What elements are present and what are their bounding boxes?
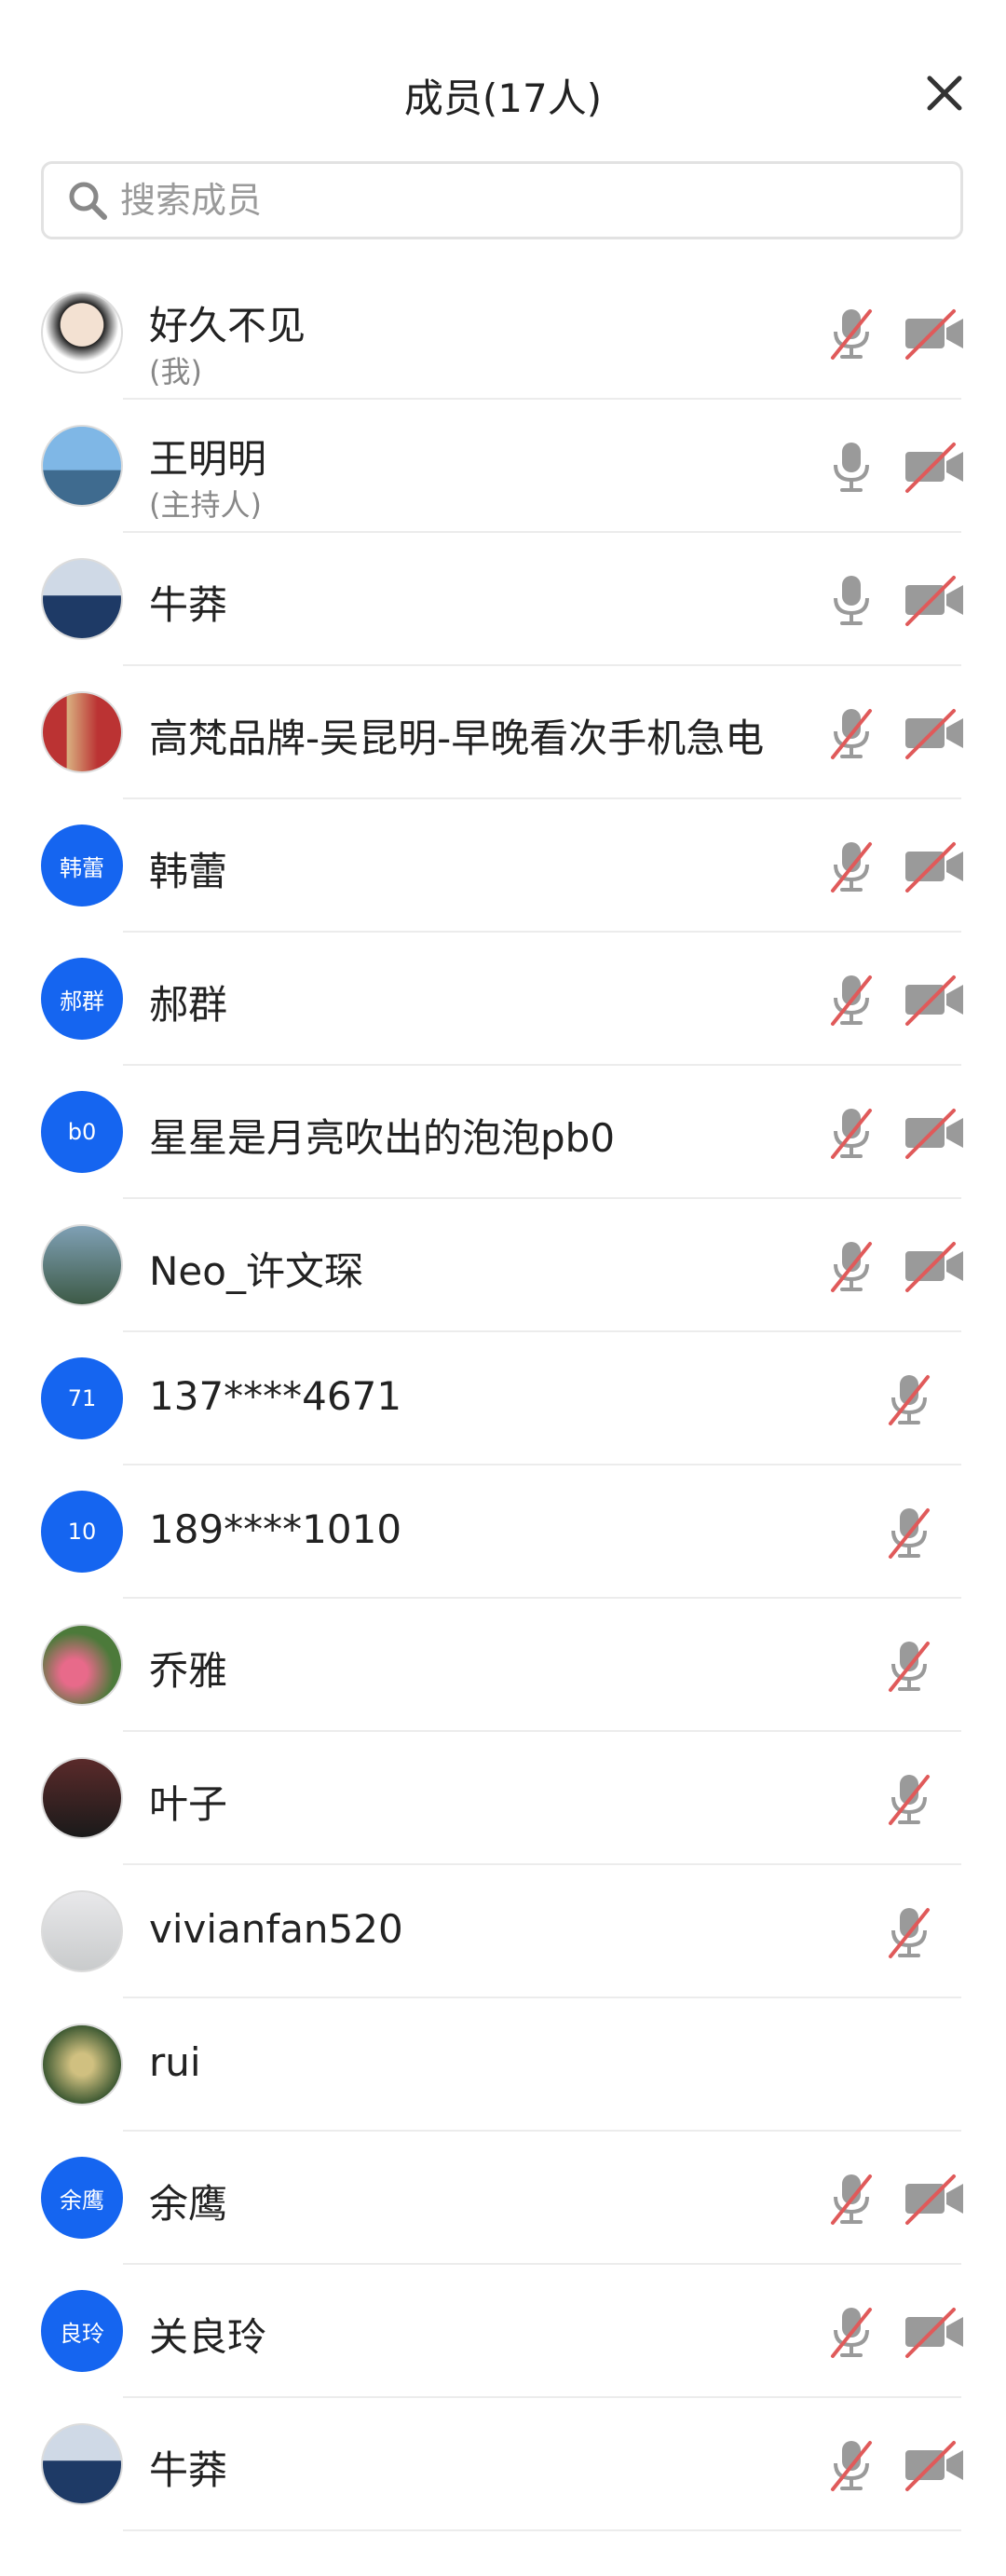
avatar xyxy=(41,2024,123,2106)
member-name: vivianfan520 xyxy=(149,1906,403,1952)
member-name: 郝群 xyxy=(149,982,228,1028)
mic-muted-icon xyxy=(823,703,879,763)
member-row[interactable]: Neo_许文琛 xyxy=(0,1199,1006,1332)
avatar xyxy=(41,558,123,640)
mic-muted-icon xyxy=(823,837,879,896)
member-name: 韩蕾 xyxy=(149,849,228,894)
camera-off-icon xyxy=(902,2304,967,2360)
member-row[interactable]: 牛莽 xyxy=(0,2398,1006,2531)
mic-muted-icon xyxy=(823,2302,879,2362)
member-name: 牛莽 xyxy=(149,2447,228,2493)
camera-off-icon xyxy=(902,838,967,894)
member-name: 王明明 xyxy=(149,436,267,482)
mic-muted-icon xyxy=(823,304,879,363)
camera-off-icon xyxy=(902,2437,967,2493)
member-row[interactable]: 良玲 关良玲 xyxy=(0,2265,1006,2398)
member-name: 星星是月亮吹出的泡泡pb0 xyxy=(149,1115,616,1161)
member-name: 关良玲 xyxy=(149,2314,267,2360)
member-name: 好久不见 xyxy=(149,303,306,348)
member-name: 137****4671 xyxy=(149,1373,402,1419)
member-row[interactable]: 高梵品牌-吴昆明-早晚看次手机急电 xyxy=(0,666,1006,799)
page-title: 成员(17人) xyxy=(403,75,603,121)
member-row[interactable]: 71 137****4671 xyxy=(0,1332,1006,1465)
mic-muted-icon xyxy=(823,1103,879,1163)
avatar: 良玲 xyxy=(41,2290,123,2372)
camera-off-icon xyxy=(902,306,967,361)
member-row[interactable]: 10 189****1010 xyxy=(0,1465,1006,1599)
camera-off-icon xyxy=(902,572,967,628)
member-role: (主持人) xyxy=(149,487,262,523)
member-row[interactable]: vivianfan520 xyxy=(0,1865,1006,1998)
member-name: 叶子 xyxy=(149,1781,228,1827)
avatar: 韩蕾 xyxy=(41,825,123,906)
member-row[interactable]: 好久不见 (我) xyxy=(0,266,1006,400)
mic-muted-icon xyxy=(881,1370,937,1429)
mic-muted-icon xyxy=(881,1769,937,1829)
member-list: 好久不见 (我) 王明明 (主持人) 牛莽 高梵品牌-吴昆明-早晚看次手机急电 xyxy=(0,266,1006,2531)
member-name: rui xyxy=(149,2039,201,2085)
camera-off-icon xyxy=(902,439,967,495)
avatar xyxy=(41,1757,123,1839)
member-name: 189****1010 xyxy=(149,1506,402,1552)
camera-off-icon xyxy=(902,972,967,1028)
member-name: 牛莽 xyxy=(149,582,228,628)
avatar xyxy=(41,425,123,507)
member-row[interactable]: 韩蕾 韩蕾 xyxy=(0,799,1006,933)
avatar xyxy=(41,691,123,773)
member-name: 高梵品牌-吴昆明-早晚看次手机急电 xyxy=(149,716,765,761)
member-name: 余鹰 xyxy=(149,2181,228,2227)
mic-muted-icon xyxy=(881,1636,937,1696)
member-row[interactable]: 乔雅 xyxy=(0,1599,1006,1732)
camera-off-icon xyxy=(902,2171,967,2227)
close-icon[interactable] xyxy=(920,69,969,117)
search-input[interactable] xyxy=(118,179,867,222)
member-row[interactable]: 王明明 (主持人) xyxy=(0,400,1006,533)
avatar: b0 xyxy=(41,1091,123,1173)
avatar xyxy=(41,292,123,374)
mic-muted-icon xyxy=(823,2435,879,2495)
member-row[interactable]: 余鹰 余鹰 xyxy=(0,2132,1006,2265)
avatar xyxy=(41,1624,123,1706)
avatar xyxy=(41,1890,123,1972)
search-box[interactable] xyxy=(41,161,963,239)
member-row[interactable]: 郝群 郝群 xyxy=(0,933,1006,1066)
mic-icon xyxy=(823,437,879,497)
mic-muted-icon xyxy=(823,2169,879,2228)
member-role: (我) xyxy=(149,354,202,389)
member-row[interactable]: 叶子 xyxy=(0,1732,1006,1865)
member-name: Neo_许文琛 xyxy=(149,1248,363,1294)
mic-muted-icon xyxy=(881,1503,937,1562)
avatar: 余鹰 xyxy=(41,2157,123,2239)
avatar xyxy=(41,2423,123,2505)
mic-muted-icon xyxy=(823,1236,879,1296)
member-row[interactable]: rui xyxy=(0,1998,1006,2132)
member-row[interactable]: 牛莽 xyxy=(0,533,1006,666)
avatar: 郝群 xyxy=(41,958,123,1040)
camera-off-icon xyxy=(902,1105,967,1161)
search-icon xyxy=(69,182,107,220)
member-name: 乔雅 xyxy=(149,1648,228,1694)
mic-muted-icon xyxy=(823,970,879,1029)
mic-muted-icon xyxy=(881,1902,937,1962)
camera-off-icon xyxy=(902,705,967,761)
camera-off-icon xyxy=(902,1238,967,1294)
member-row[interactable]: b0 星星是月亮吹出的泡泡pb0 xyxy=(0,1066,1006,1199)
mic-icon xyxy=(823,570,879,630)
avatar: 10 xyxy=(41,1491,123,1573)
avatar xyxy=(41,1224,123,1306)
avatar: 71 xyxy=(41,1357,123,1439)
